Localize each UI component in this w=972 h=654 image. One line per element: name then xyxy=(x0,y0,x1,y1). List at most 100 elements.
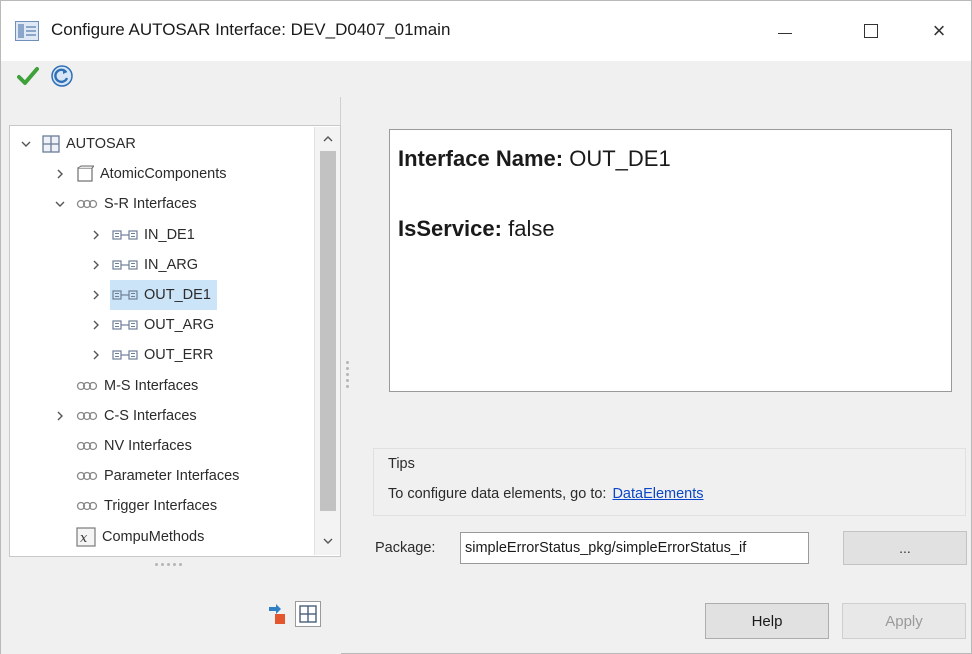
grid-icon xyxy=(42,135,60,153)
tree-item-label: AtomicComponents xyxy=(100,166,227,183)
tree-header xyxy=(7,97,341,125)
chevron-right-icon[interactable] xyxy=(88,287,104,303)
refresh-icon xyxy=(51,65,73,87)
scroll-down-icon[interactable] xyxy=(322,535,334,547)
tree-item-content[interactable]: OUT_DE1 xyxy=(110,280,217,310)
interfaces-icon xyxy=(76,409,98,423)
tree-item-content[interactable]: Parameter Interfaces xyxy=(74,461,245,491)
tree-item[interactable]: S-R Interfaces xyxy=(52,190,203,218)
chevron-right-icon[interactable] xyxy=(88,347,104,363)
chevron-down-icon[interactable] xyxy=(52,196,68,212)
tree-item[interactable]: OUT_ARG xyxy=(88,311,220,339)
apply-toolbar-button[interactable] xyxy=(15,63,41,89)
interface-name-line: Interface Name: OUT_DE1 xyxy=(398,146,671,172)
sr-interface-icon xyxy=(112,229,138,241)
tree-item[interactable]: M-S Interfaces xyxy=(52,372,204,400)
tree-item-label: OUT_ERR xyxy=(144,347,214,364)
minimize-icon xyxy=(778,32,792,34)
tree-item-label: Parameter Interfaces xyxy=(104,468,240,485)
tree-item[interactable]: IN_DE1 xyxy=(88,221,201,249)
tree-scrollbar[interactable] xyxy=(314,127,340,555)
package-label: Package: xyxy=(375,540,436,556)
tree-item-content[interactable]: AUTOSAR xyxy=(40,129,142,159)
refresh-toolbar-button[interactable] xyxy=(49,63,75,89)
close-button[interactable]: × xyxy=(919,15,959,47)
tree-item-label: Trigger Interfaces xyxy=(104,498,218,515)
scroll-thumb[interactable] xyxy=(320,151,336,511)
tree-item[interactable]: C-S Interfaces xyxy=(52,402,203,430)
horizontal-grip[interactable] xyxy=(155,563,185,567)
tree-item-content[interactable]: OUT_ARG xyxy=(110,310,220,340)
chevron-right-icon[interactable] xyxy=(52,408,68,424)
chevron-right-icon[interactable] xyxy=(88,257,104,273)
tree-item[interactable]: Parameter Interfaces xyxy=(52,462,245,490)
add-mapping-button[interactable] xyxy=(265,601,291,627)
chevron-right-icon[interactable] xyxy=(52,166,68,182)
chevron-right-icon[interactable] xyxy=(88,227,104,243)
tips-text: To configure data elements, go to: xyxy=(388,486,607,502)
interface-name-key: Interface Name: xyxy=(398,146,564,171)
tree-item-label: OUT_DE1 xyxy=(144,287,211,303)
interfaces-icon xyxy=(76,197,98,211)
tree-item-content[interactable]: x CompuMethods xyxy=(74,522,210,552)
tree-item-content[interactable]: M-S Interfaces xyxy=(74,371,204,401)
interface-tree[interactable]: AUTOSAR AtomicComponents S-R Interfaces IN_… xyxy=(9,125,341,557)
component-icon xyxy=(76,165,94,183)
sr-interface-icon xyxy=(112,259,138,271)
app-icon xyxy=(15,21,39,41)
tree-item[interactable]: Trigger Interfaces xyxy=(52,492,223,520)
grid-view-icon xyxy=(299,605,317,623)
interface-name-value: OUT_DE1 xyxy=(569,146,671,171)
package-field[interactable] xyxy=(460,532,809,564)
title-bar: Configure AUTOSAR Interface: DEV_D0407_0… xyxy=(1,1,971,61)
window-title: Configure AUTOSAR Interface: DEV_D0407_0… xyxy=(51,20,451,39)
sr-interface-icon xyxy=(112,349,138,361)
help-button[interactable]: Help xyxy=(705,603,829,639)
maximize-button[interactable] xyxy=(851,15,891,47)
tips-panel: Tips To configure data elements, go to: D… xyxy=(373,448,966,516)
svg-text:x: x xyxy=(80,531,88,546)
add-mapping-icon xyxy=(269,604,285,624)
tree-item[interactable]: NV Interfaces xyxy=(52,432,198,460)
tree-item-content[interactable]: IN_DE1 xyxy=(110,220,201,250)
sr-interface-icon xyxy=(112,289,138,301)
interface-details-box: Interface Name: OUT_DE1 IsService: false xyxy=(389,129,952,392)
tree-item-content[interactable]: C-S Interfaces xyxy=(74,401,203,431)
splitter-grip[interactable] xyxy=(345,361,349,395)
tree-item[interactable]: OUT_DE1 xyxy=(88,280,217,310)
tree-item[interactable]: AUTOSAR xyxy=(18,130,142,158)
checkmark-icon xyxy=(17,67,39,85)
package-browse-button[interactable]: ... xyxy=(843,531,967,565)
tree-item[interactable]: AtomicComponents xyxy=(52,160,233,188)
is-service-line: IsService: false xyxy=(398,216,555,242)
tree-item-label: M-S Interfaces xyxy=(104,377,199,394)
tree-item-label: IN_DE1 xyxy=(144,226,195,243)
chevron-down-icon[interactable] xyxy=(18,136,34,152)
tree-item-content[interactable]: NV Interfaces xyxy=(74,431,198,461)
tree-item[interactable]: x CompuMethods xyxy=(52,523,210,551)
tips-title: Tips xyxy=(388,456,415,472)
configure-interface-window: Configure AUTOSAR Interface: DEV_D0407_0… xyxy=(0,0,972,654)
tree-item-label: C-S Interfaces xyxy=(104,407,197,424)
interfaces-icon xyxy=(76,439,98,453)
is-service-value: false xyxy=(508,216,555,241)
tree-item-label: NV Interfaces xyxy=(104,438,192,454)
apply-button[interactable]: Apply xyxy=(842,603,966,639)
tree-pane: AUTOSAR AtomicComponents S-R Interfaces IN_… xyxy=(1,93,341,654)
interfaces-icon xyxy=(76,469,98,483)
tree-item[interactable]: OUT_ERR xyxy=(88,341,219,369)
tree-item-content[interactable]: OUT_ERR xyxy=(110,340,219,370)
tree-item[interactable]: IN_ARG xyxy=(88,251,204,279)
tree-item-content[interactable]: IN_ARG xyxy=(110,250,204,280)
scroll-up-icon[interactable] xyxy=(322,133,334,145)
minimize-button[interactable] xyxy=(765,15,805,47)
data-elements-link[interactable]: DataElements xyxy=(612,486,703,502)
tree-item-content[interactable]: AtomicComponents xyxy=(74,159,233,189)
grid-view-button[interactable] xyxy=(295,601,321,627)
interfaces-icon xyxy=(76,499,98,513)
tree-item-content[interactable]: Trigger Interfaces xyxy=(74,491,223,521)
tree-item-label: CompuMethods xyxy=(102,528,205,545)
chevron-right-icon[interactable] xyxy=(88,317,104,333)
tree-item-content[interactable]: S-R Interfaces xyxy=(74,189,203,219)
toolbar xyxy=(1,61,971,93)
